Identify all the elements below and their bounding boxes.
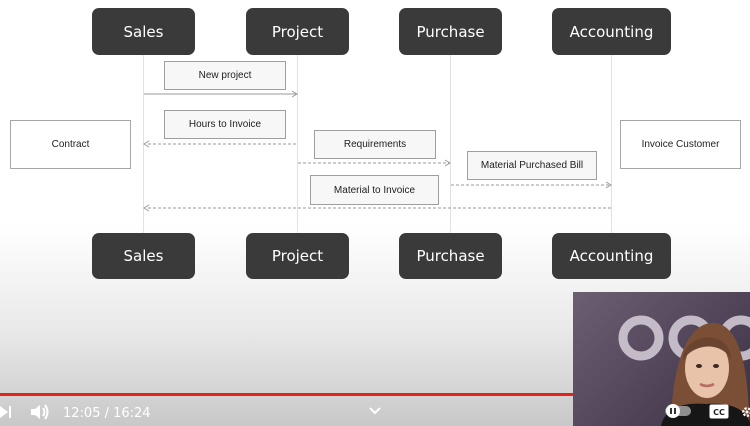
volume-icon	[31, 404, 49, 420]
toggle-icon	[665, 404, 691, 418]
presenter-video-overlay: CC	[573, 292, 750, 426]
endpoint-contract: Contract	[10, 120, 131, 169]
cc-icon: CC	[709, 404, 729, 419]
settings-button[interactable]	[741, 404, 750, 420]
chevron-down-icon	[369, 407, 381, 415]
endpoint-invoice-customer: Invoice Customer	[620, 120, 741, 169]
note-material-purchased-bill: Material Purchased Bill	[467, 151, 597, 180]
mute-button[interactable]	[30, 403, 52, 421]
role-sales-bottom: Sales	[92, 233, 195, 279]
svg-text:CC: CC	[713, 408, 725, 417]
time-display: 12:05 / 16:24	[63, 406, 151, 421]
progress-bar[interactable]	[0, 393, 573, 396]
note-new-project: New project	[164, 61, 286, 90]
note-hours-to-invoice: Hours to Invoice	[164, 110, 286, 139]
role-accounting-bottom: Accounting	[552, 233, 671, 279]
note-requirements: Requirements	[314, 130, 436, 159]
expand-button[interactable]	[368, 406, 382, 416]
note-material-to-invoice: Material to Invoice	[310, 175, 439, 205]
role-purchase-bottom: Purchase	[399, 233, 502, 279]
captions-button[interactable]: CC	[709, 404, 729, 419]
progress-played	[0, 393, 573, 396]
player-controls: 12:05 / 16:24	[0, 398, 573, 426]
next-icon	[0, 406, 11, 418]
settings-icon	[742, 407, 750, 417]
pause-toggle[interactable]	[664, 403, 692, 419]
role-project-bottom: Project	[246, 233, 349, 279]
next-button[interactable]	[0, 404, 14, 420]
pip-controls: CC	[573, 398, 750, 426]
